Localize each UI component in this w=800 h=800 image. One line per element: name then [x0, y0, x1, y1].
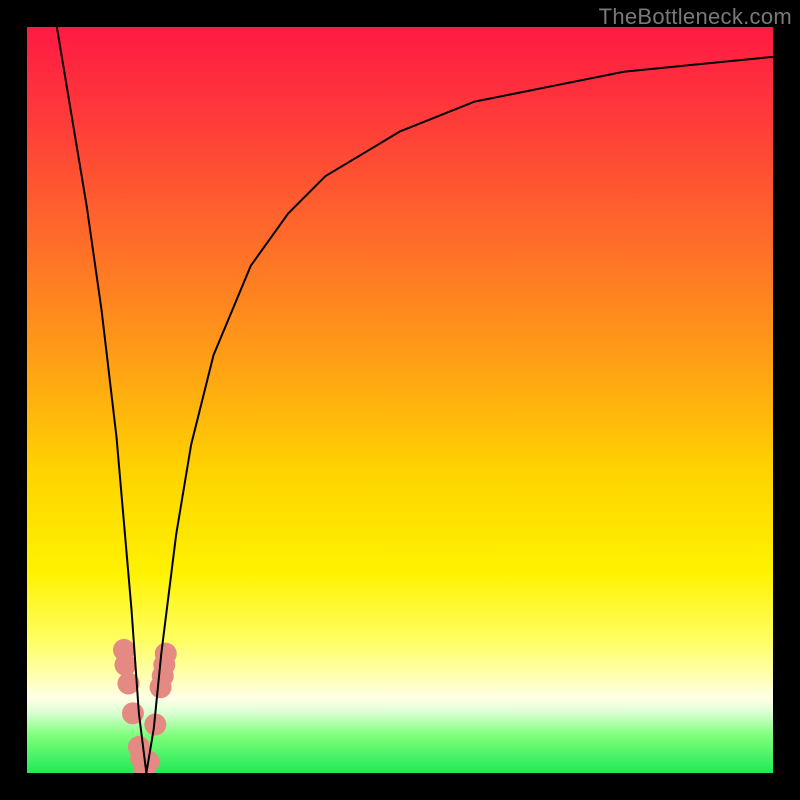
- marker-dot: [114, 654, 136, 676]
- marker-group: [113, 639, 177, 773]
- chart-svg: [27, 27, 773, 773]
- watermark: TheBottleneck.com: [599, 4, 792, 30]
- chart-container: TheBottleneck.com: [0, 0, 800, 800]
- marker-dot: [155, 643, 177, 665]
- plot-area: [27, 27, 773, 773]
